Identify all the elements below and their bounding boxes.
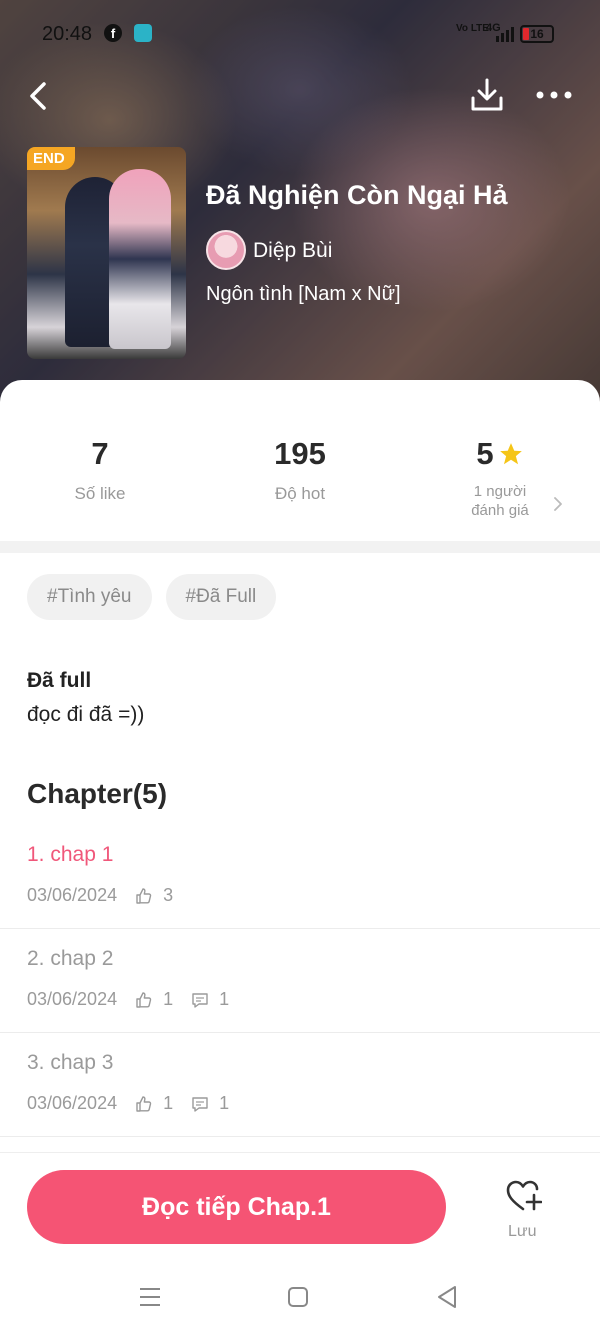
comment-icon	[192, 992, 208, 1008]
facebook-icon: f	[104, 24, 122, 42]
heart-add-icon[interactable]	[506, 1179, 542, 1213]
back-icon[interactable]	[22, 78, 58, 114]
rating-value: 5	[476, 436, 494, 471]
status-time: 20:48	[42, 23, 93, 45]
more-icon[interactable]	[534, 88, 574, 102]
back-triangle-icon[interactable]	[435, 1284, 459, 1310]
chapter-like-count: 1	[163, 1093, 174, 1113]
author-avatar[interactable]	[206, 230, 246, 270]
comment-icon	[192, 1096, 208, 1112]
tag-list: #Tình yêu #Đã Full	[27, 574, 277, 620]
genre-label: Ngôn tình [Nam x Nữ]	[206, 283, 401, 305]
star-icon	[499, 443, 522, 465]
rating-label: đánh giá	[471, 502, 529, 519]
like-icon	[136, 1095, 152, 1112]
menu-icon[interactable]	[138, 1286, 162, 1308]
rating-stat[interactable]: 5 1 người đánh giá	[400, 436, 600, 520]
description-line: Đã full	[27, 669, 92, 692]
bottom-action-bar: Đọc tiếp Chap.1 Lưu	[0, 1152, 600, 1262]
continue-reading-button[interactable]: Đọc tiếp Chap.1	[27, 1170, 446, 1244]
hot-stat: 195 Độ hot	[200, 436, 400, 504]
tag-chip[interactable]: #Đã Full	[165, 574, 277, 620]
chapter-comment-count: 1	[219, 1093, 230, 1113]
chapter-row[interactable]: 3. chap 3 03/06/2024 1 1	[0, 1033, 600, 1137]
status-bar: 20:48 f Vo LTE 4G 16	[0, 0, 600, 68]
like-icon	[136, 991, 152, 1008]
like-label: Số like	[74, 484, 126, 503]
home-icon[interactable]	[287, 1286, 309, 1308]
chapter-title: 2. chap 2	[27, 947, 114, 970]
app-notification-icon	[134, 24, 152, 42]
system-navigation-bar	[0, 1262, 600, 1333]
like-icon	[136, 887, 152, 904]
chapter-like-count: 3	[163, 885, 174, 905]
hot-label: Độ hot	[274, 484, 326, 503]
like-count: 7	[91, 436, 109, 471]
description-line: đọc đi đã =))	[27, 703, 145, 726]
rating-count-label: 1 người	[473, 483, 527, 500]
battery-icon: 16	[520, 25, 554, 43]
chapter-comment-count: 1	[219, 989, 230, 1009]
chapter-title: 3. chap 3	[27, 1051, 114, 1074]
save-label: Lưu	[508, 1223, 537, 1240]
hot-count: 195	[274, 436, 326, 471]
section-divider	[0, 541, 600, 553]
stats-row: 7 Số like 195 Độ hot 5 1 người đánh giá	[0, 436, 600, 536]
story-title: Đã Nghiện Còn Ngại Hả	[206, 180, 508, 210]
chevron-right-icon[interactable]	[552, 496, 564, 512]
chapter-title: 1. chap 1	[27, 843, 114, 866]
battery-level: 16	[530, 27, 544, 41]
story-description: Đã full đọc đi đã =))	[27, 664, 144, 732]
tag-chip[interactable]: #Tình yêu	[27, 574, 152, 620]
chapter-like-count: 1	[163, 989, 174, 1009]
chapter-date: 03/06/2024	[27, 885, 118, 905]
volte-label: Vo LTE	[456, 23, 489, 34]
chapter-row[interactable]: 1. chap 1 03/06/2024 3	[0, 825, 600, 929]
chapter-row[interactable]: 2. chap 2 03/06/2024 1 1	[0, 929, 600, 1033]
chapter-heading: Chapter(5)	[27, 778, 168, 809]
download-icon[interactable]	[468, 76, 506, 114]
chapter-list: 1. chap 1 03/06/2024 3 2. chap 2 03/06/2…	[0, 825, 600, 1137]
like-stat: 7 Số like	[0, 436, 200, 504]
signal-icon	[496, 27, 514, 42]
story-cover-image	[27, 147, 186, 359]
end-badge: END	[27, 147, 75, 170]
chapter-date: 03/06/2024	[27, 989, 118, 1009]
chapter-date: 03/06/2024	[27, 1093, 118, 1113]
author-name[interactable]: Diệp Bùi	[253, 239, 332, 263]
